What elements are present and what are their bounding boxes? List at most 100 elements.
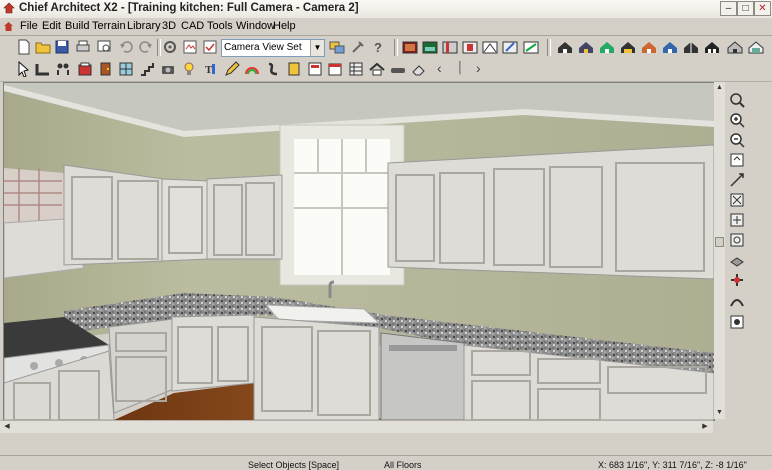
scroll-right-icon[interactable]: ▶ — [700, 422, 710, 432]
zoom-in-icon[interactable] — [729, 112, 745, 128]
cabinet-tool-icon[interactable] — [77, 61, 93, 77]
cross-section-view-icon[interactable] — [683, 39, 699, 55]
close-button[interactable]: ✕ — [754, 1, 771, 16]
vertical-scrollbar[interactable]: ▲ ▼ — [714, 82, 725, 419]
vertical-scroll-thumb[interactable] — [715, 237, 724, 247]
scroll-up-icon[interactable]: ▲ — [715, 83, 724, 92]
camera-viewport[interactable] — [3, 82, 715, 421]
calendar-icon[interactable] — [327, 61, 343, 77]
exterior-view-icon[interactable] — [578, 39, 594, 55]
menu-window[interactable]: Window — [236, 20, 275, 32]
toolbar-separator — [157, 39, 161, 56]
print-icon[interactable] — [75, 39, 91, 55]
scroll-left-icon[interactable]: ◀ — [2, 422, 12, 432]
select-objects-icon[interactable] — [16, 61, 32, 77]
menu-help[interactable]: Help — [273, 20, 296, 32]
fill-window-icon[interactable] — [729, 152, 745, 168]
app-icon — [3, 2, 15, 14]
elevation-view-icon[interactable] — [422, 39, 438, 55]
svg-text:?: ? — [374, 40, 382, 55]
preferences-icon[interactable] — [162, 39, 178, 55]
rainbow-icon[interactable] — [244, 61, 260, 77]
materials-icon[interactable] — [307, 61, 323, 77]
redo-icon[interactable] — [138, 39, 154, 55]
menu-cad[interactable]: CAD — [181, 20, 204, 32]
room-dimension-icon[interactable] — [55, 61, 71, 77]
settings-icon[interactable] — [729, 314, 745, 330]
layers-icon[interactable] — [729, 252, 745, 268]
fit-view-icon[interactable] — [729, 192, 745, 208]
camera-view-set-select[interactable]: Camera View Set ▼ — [221, 39, 325, 57]
menu-build[interactable]: Build — [65, 20, 89, 32]
scroll-down-icon[interactable]: ▼ — [715, 408, 724, 417]
doll-house-icon[interactable] — [620, 39, 636, 55]
toolbar-build: T ‹ │ › — [0, 58, 772, 82]
nav-next-icon[interactable]: › — [476, 60, 481, 76]
full-overview-icon[interactable] — [557, 39, 573, 55]
save-icon[interactable] — [54, 39, 70, 55]
line-style-icon[interactable] — [523, 39, 539, 55]
horizontal-scrollbar[interactable]: ◀ ▶ — [0, 420, 713, 433]
aerial-view-icon[interactable] — [599, 39, 615, 55]
menu-edit[interactable]: Edit — [42, 20, 61, 32]
checkbox-defaults-icon[interactable] — [202, 39, 218, 55]
status-area-spacer — [0, 433, 772, 454]
floor-overview-icon[interactable] — [748, 39, 764, 55]
base-cabinet-sink — [253, 316, 380, 420]
stairs-icon[interactable] — [139, 61, 155, 77]
menu-tools[interactable]: Tools — [207, 20, 233, 32]
expand-view-icon[interactable] — [729, 212, 745, 228]
pencil-icon[interactable] — [224, 61, 240, 77]
menu-file[interactable]: File — [20, 20, 38, 32]
render-mode-icon[interactable] — [729, 294, 745, 310]
spline-icon[interactable] — [265, 61, 281, 77]
help-icon[interactable]: ? — [370, 39, 386, 55]
sofa-icon[interactable] — [390, 61, 406, 77]
toolbar-standard: Camera View Set ▼ ? — [0, 36, 772, 60]
rotate-view-icon[interactable] — [729, 232, 745, 248]
camera-icon[interactable] — [462, 39, 478, 55]
status-bar: Select Objects [Space] All Floors X: 683… — [0, 455, 772, 470]
wall-elevation-icon[interactable] — [662, 39, 678, 55]
tile-backsplash — [4, 168, 64, 228]
camera-view-set-value: Camera View Set — [224, 42, 302, 53]
light-bulb-icon[interactable] — [181, 61, 197, 77]
camera-tool-icon[interactable] — [160, 61, 176, 77]
window-schedule-icon[interactable] — [348, 61, 364, 77]
eraser-icon[interactable] — [411, 61, 427, 77]
walls-icon[interactable] — [35, 61, 51, 77]
kitchen-3d-render — [4, 83, 714, 420]
menu-3d[interactable]: 3D — [162, 20, 176, 32]
toolbar-separator — [547, 39, 551, 56]
zoom-out-icon[interactable] — [729, 132, 745, 148]
chevron-down-icon[interactable]: ▼ — [310, 40, 324, 56]
cross-section-icon[interactable] — [442, 39, 458, 55]
undo-zoom-icon[interactable] — [729, 92, 745, 108]
edit-camera-icon[interactable] — [502, 39, 518, 55]
layer-display-icon[interactable] — [329, 39, 345, 55]
menu-terrain[interactable]: Terrain — [92, 20, 126, 32]
windows-icon[interactable] — [118, 61, 134, 77]
menu-library[interactable]: Library — [127, 20, 161, 32]
window-title: Chief Architect X2 - [Training kitchen: … — [19, 2, 359, 14]
perspective-view-icon[interactable] — [482, 39, 498, 55]
new-file-icon[interactable] — [16, 39, 32, 55]
restore-button[interactable]: □ — [737, 1, 754, 16]
dimension-icon[interactable] — [729, 172, 745, 188]
floor-plan-view-icon[interactable] — [402, 39, 418, 55]
glass-house-icon[interactable] — [641, 39, 657, 55]
house-icon[interactable] — [727, 39, 743, 55]
library-icon[interactable] — [286, 61, 302, 77]
print-preview-icon[interactable] — [96, 39, 112, 55]
text-tool-icon[interactable]: T — [202, 61, 218, 77]
roof-icon[interactable] — [369, 61, 385, 77]
minimize-button[interactable]: – — [720, 1, 737, 16]
tools-icon[interactable] — [350, 39, 366, 55]
open-folder-icon[interactable] — [35, 39, 51, 55]
tilt-camera-icon[interactable] — [729, 272, 745, 288]
nav-prev-icon[interactable]: ‹ — [437, 60, 442, 76]
undo-icon[interactable] — [118, 39, 134, 55]
plan-defaults-icon[interactable] — [182, 39, 198, 55]
framing-overview-icon[interactable] — [704, 39, 720, 55]
doors-icon[interactable] — [98, 61, 114, 77]
